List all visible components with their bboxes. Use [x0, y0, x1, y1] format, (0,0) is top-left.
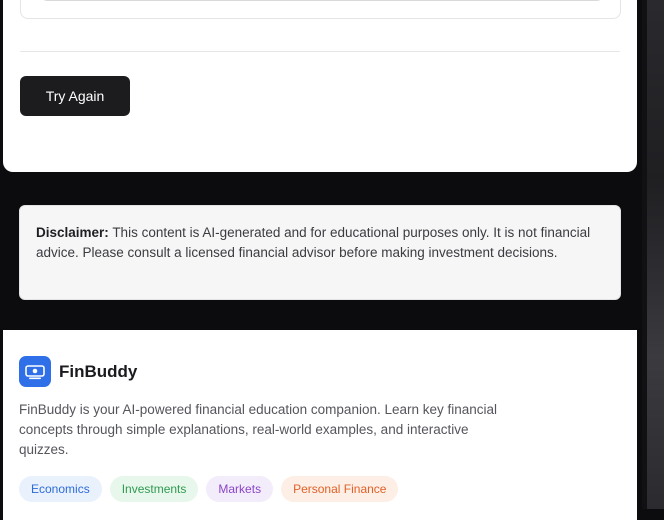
answer-box [20, 0, 621, 19]
footer: FinBuddy FinBuddy is your AI-powered fin… [3, 330, 637, 520]
quiz-result-card: Try Again [3, 0, 637, 172]
footer-description: FinBuddy is your AI-powered financial ed… [19, 402, 498, 457]
money-icon [19, 356, 51, 387]
topic-tags: Economics Investments Markets Personal F… [19, 476, 399, 502]
try-again-button[interactable]: Try Again [20, 76, 130, 116]
divider [20, 51, 620, 52]
answer-option[interactable] [38, 0, 606, 1]
brand[interactable]: FinBuddy [19, 356, 137, 387]
disclaimer-label: Disclaimer: [36, 225, 109, 240]
tag-investments[interactable]: Investments [109, 476, 199, 502]
disclaimer-box: Disclaimer: This content is AI-generated… [19, 205, 621, 300]
tag-markets[interactable]: Markets [206, 476, 274, 502]
tag-personal-finance[interactable]: Personal Finance [281, 476, 399, 502]
tag-economics[interactable]: Economics [19, 476, 102, 502]
brand-name: FinBuddy [59, 361, 138, 381]
background-edge [642, 0, 664, 509]
disclaimer-text: This content is AI-generated and for edu… [36, 225, 591, 260]
